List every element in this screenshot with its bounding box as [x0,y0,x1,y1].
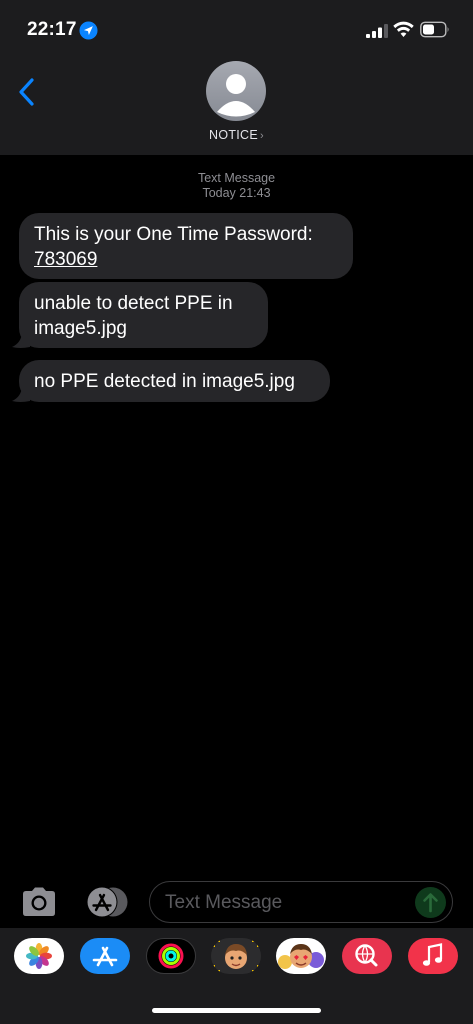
wifi-icon [393,21,414,37]
battery-icon [420,21,449,38]
memoji-icon [213,940,259,972]
web-search-icon [355,944,378,967]
back-chevron-icon[interactable] [16,76,38,108]
memoji-app-button[interactable] [211,938,261,974]
contact-name: NOTICE [209,128,259,142]
app-store-app-button[interactable] [80,938,130,974]
app-store-icon [92,946,118,967]
conversation-meta: Text Message Today 21:43 [0,171,473,201]
home-indicator[interactable] [152,1008,321,1013]
contact-avatar[interactable] [206,61,266,121]
bubble-tail [12,333,30,348]
arrow-up-icon [423,893,438,913]
fitness-rings-icon [158,943,184,969]
message-input-placeholder: Text Message [165,892,283,913]
message-bubble[interactable]: unable to detect PPE in image5.jpg [19,282,268,348]
music-app-button[interactable] [408,938,458,974]
conversation-header: 22:17 NOTICE › [0,0,473,155]
message-text: This is your One Time Password: [34,224,313,245]
photos-app-button[interactable] [14,938,64,974]
animoji-icon [278,944,324,969]
message-text: unable to detect PPE in [34,293,233,314]
otp-code-link[interactable]: 783069 [34,247,337,272]
contact-name-row[interactable]: NOTICE › [0,128,473,142]
message-text: image5.jpg [34,318,127,339]
bubble-tail [12,387,30,402]
message-bubble[interactable]: This is your One Time Password: 783069 [19,213,353,279]
person-silhouette-icon [217,74,255,117]
message-input[interactable]: Text Message [149,881,453,923]
send-button[interactable] [415,887,446,918]
photos-icon [26,943,52,969]
message-text: no PPE detected in image5.jpg [34,371,295,392]
app-store-icon[interactable] [83,886,129,918]
music-icon [422,943,443,966]
contact-details-chevron-icon: › [260,130,264,142]
camera-icon[interactable] [20,886,58,918]
status-time: 22:17 [27,19,77,40]
service-label: Text Message [197,171,276,185]
fitness-app-button[interactable] [146,938,196,974]
message-bubble[interactable]: no PPE detected in image5.jpg [19,360,330,402]
cellular-signal-icon [366,24,388,38]
animoji-app-button[interactable] [276,938,326,974]
web-search-app-button[interactable] [342,938,392,974]
messages-screen: 22:17 NOTICE › Text Message Today 21:43 … [0,0,473,1024]
location-arrow-icon [79,21,98,40]
message-timestamp: Today 21:43 [202,186,271,200]
